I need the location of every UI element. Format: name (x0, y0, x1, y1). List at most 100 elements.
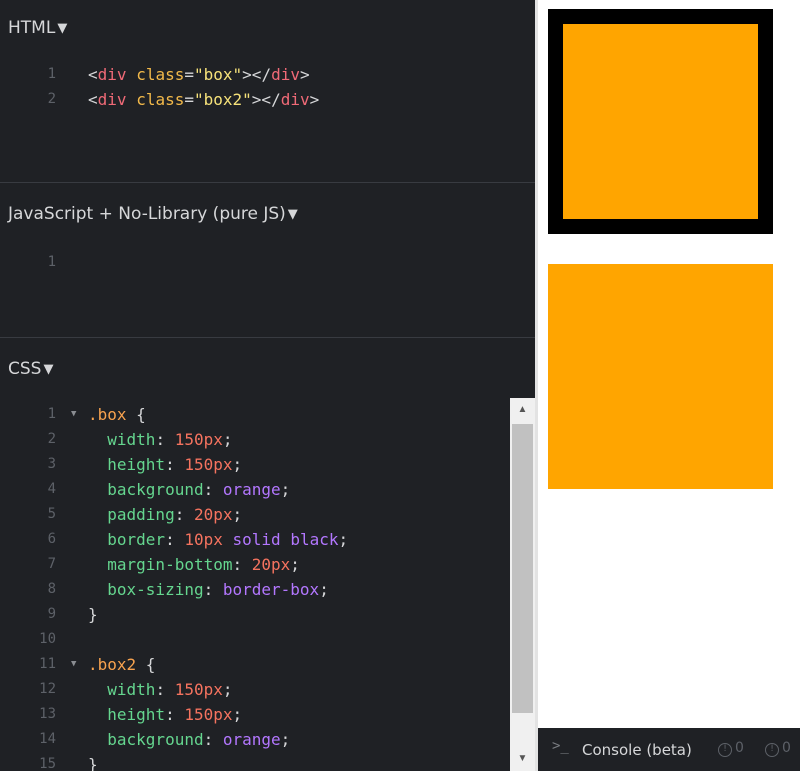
line-number: 1 (47, 406, 56, 422)
code-text: } (88, 602, 98, 627)
code-line[interactable]: 14 background: orange; (0, 727, 510, 752)
code-text: height: 150px; (88, 702, 242, 727)
console-bar[interactable]: >_ Console (beta) ! 0 ! 0 (538, 728, 800, 771)
code-line[interactable]: 2 <div class="box2"></div> (0, 87, 510, 112)
code-line[interactable]: 5 padding: 20px; (0, 502, 510, 527)
code-token: } (88, 755, 98, 771)
code-token: : (174, 505, 194, 524)
code-token: ; (319, 580, 329, 599)
code-token: } (88, 605, 98, 624)
code-text: background: orange; (88, 727, 290, 752)
css-panel-title[interactable]: CSS ▼ (8, 358, 53, 380)
code-token: 150px (184, 455, 233, 474)
code-token: ; (232, 505, 243, 524)
code-token: div (97, 65, 127, 84)
code-token: ; (338, 530, 349, 549)
code-token: background (88, 730, 204, 749)
code-line[interactable]: 4 background: orange; (0, 477, 510, 502)
code-token: < (88, 65, 98, 84)
code-text: margin-bottom: 20px; (88, 552, 300, 577)
html-panel-title[interactable]: HTML ▼ (8, 17, 67, 39)
result-preview (538, 0, 800, 728)
code-line[interactable]: 10 (0, 627, 510, 652)
code-token: ></ (242, 65, 272, 84)
fold-arrow-icon[interactable]: ▼ (71, 652, 76, 677)
line-number: 12 (39, 681, 56, 697)
line-number: 1 (47, 66, 56, 82)
code-token: : (165, 455, 185, 474)
line-number: 2 (47, 431, 56, 447)
code-token: : (203, 730, 223, 749)
code-line[interactable]: 8 box-sizing: border-box; (0, 577, 510, 602)
code-line[interactable]: 1 <div class="box"></div> (0, 62, 510, 87)
info-icon: ! (765, 743, 779, 757)
line-number: 11 (39, 656, 56, 672)
html-panel-title-label: HTML (8, 18, 56, 38)
code-token: > (309, 90, 320, 109)
code-text: height: 150px; (88, 452, 242, 477)
code-text: padding: 20px; (88, 502, 242, 527)
code-text: .box { (88, 402, 146, 427)
caret-down-icon[interactable]: ▼ (57, 21, 67, 36)
preview-box (548, 9, 773, 234)
code-line[interactable]: 7 margin-bottom: 20px; (0, 552, 510, 577)
code-line[interactable]: 9} (0, 602, 510, 627)
code-line[interactable]: 2 width: 150px; (0, 427, 510, 452)
code-token: 150px (174, 430, 223, 449)
code-editor: HTML ▼ 1 <div class="box"></div> 2 <div clas… (0, 0, 535, 771)
code-token: { (126, 405, 146, 424)
code-token: : (165, 705, 185, 724)
code-token: 20px (251, 555, 291, 574)
code-token: border-box (222, 580, 320, 599)
code-line[interactable]: 3 height: 150px; (0, 452, 510, 477)
code-token: ; (290, 555, 300, 574)
code-line[interactable]: 1 ▼ .box { (0, 402, 510, 427)
code-token: solid (232, 530, 281, 549)
scrollbar-thumb[interactable] (512, 424, 533, 713)
code-token: orange (222, 730, 281, 749)
code-token: ; (280, 480, 291, 499)
console-label[interactable]: Console (beta) (582, 741, 692, 759)
console-counter-1: ! 0 (718, 740, 744, 757)
line-number: 9 (47, 606, 56, 622)
code-line[interactable]: 13 height: 150px; (0, 702, 510, 727)
code-token: ; (222, 430, 233, 449)
code-token: div (280, 90, 310, 109)
code-token: padding (88, 505, 175, 524)
code-line[interactable]: 11 ▼ .box2 { (0, 652, 510, 677)
code-token: .box (88, 405, 127, 424)
code-line[interactable]: 1 (0, 250, 510, 275)
caret-down-icon[interactable]: ▼ (43, 362, 53, 377)
line-number: 2 (47, 91, 56, 107)
css-scrollbar[interactable]: ▲ ▼ (510, 398, 535, 771)
code-line[interactable]: 12 width: 150px; (0, 677, 510, 702)
code-token: .box2 (88, 655, 137, 674)
code-line[interactable]: 15} (0, 752, 510, 771)
code-token: > (299, 65, 310, 84)
code-token: = (184, 65, 194, 84)
js-panel-title[interactable]: JavaScript + No-Library (pure JS) ▼ (8, 203, 298, 225)
line-number: 10 (39, 631, 56, 647)
info-icon: ! (718, 743, 732, 757)
code-line[interactable]: 6 border: 10px solid black; (0, 527, 510, 552)
code-token: height (88, 705, 166, 724)
fold-arrow-icon[interactable]: ▼ (71, 402, 76, 427)
js-panel: JavaScript + No-Library (pure JS) ▼ 1 (0, 183, 535, 337)
code-token: { (136, 655, 156, 674)
line-number: 3 (47, 456, 56, 472)
code-token: 150px (174, 680, 223, 699)
caret-down-icon[interactable]: ▼ (288, 207, 298, 222)
code-token: ; (280, 730, 291, 749)
css-code-area[interactable]: 1 ▼ .box {2 width: 150px; 3 height: 150px; 4… (0, 402, 510, 771)
scroll-down-arrow-icon[interactable]: ▼ (510, 747, 535, 771)
html-panel: HTML ▼ 1 <div class="box"></div> 2 <div clas… (0, 0, 535, 182)
js-code-area[interactable]: 1 (0, 250, 510, 275)
code-text: <div class="box"></div> (88, 62, 310, 87)
scroll-up-arrow-icon[interactable]: ▲ (510, 398, 535, 422)
code-token: 20px (193, 505, 233, 524)
js-panel-title-label: JavaScript + No-Library (pure JS) (8, 204, 286, 224)
code-text: box-sizing: border-box; (88, 577, 329, 602)
html-code-area[interactable]: 1 <div class="box"></div> 2 <div class="box… (0, 62, 510, 112)
